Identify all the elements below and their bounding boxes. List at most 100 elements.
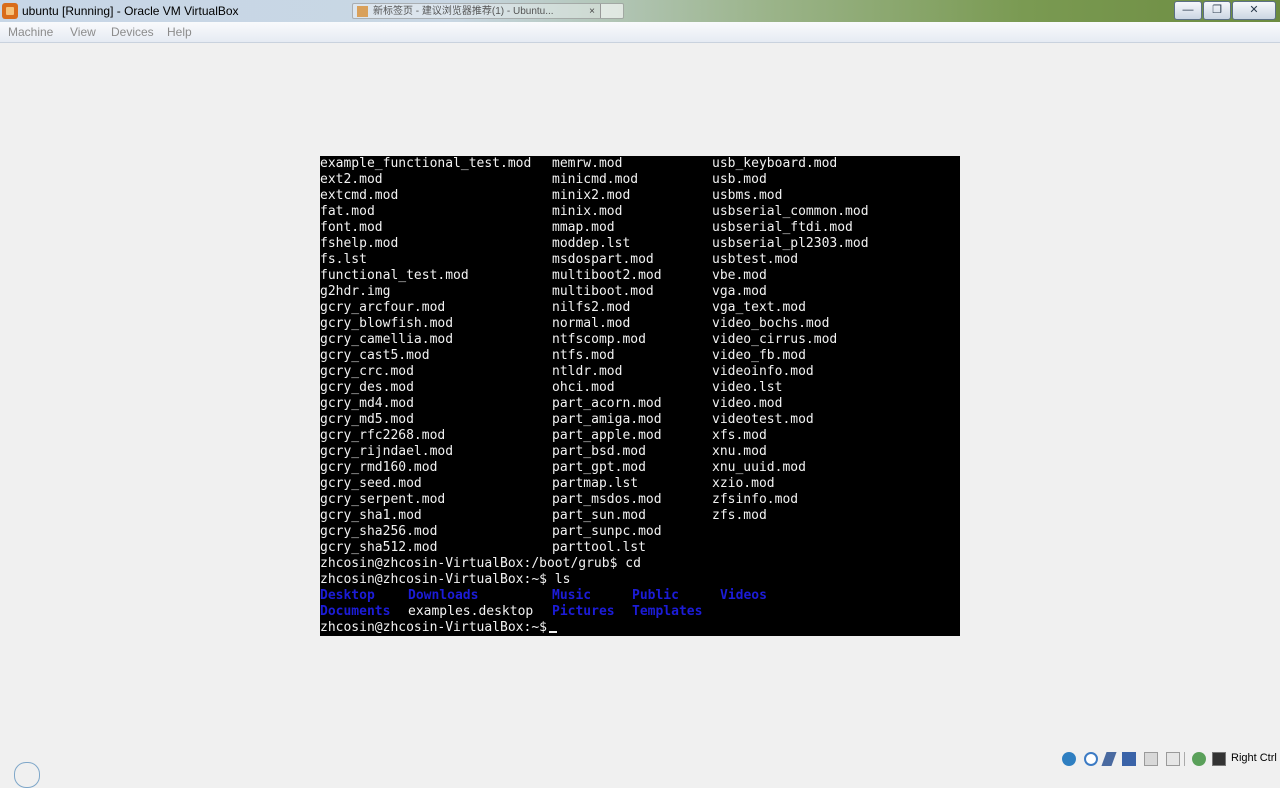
file-name: mmap.mod — [552, 220, 615, 235]
virtualization-icon[interactable] — [1192, 752, 1206, 766]
file-name: part_msdos.mod — [552, 492, 662, 507]
menu-devices[interactable]: Devices — [111, 25, 154, 39]
partial-circle-icon — [14, 762, 40, 788]
file-name: usbserial_common.mod — [712, 204, 869, 219]
menu-machine[interactable]: Machine — [8, 25, 53, 39]
file-name: normal.mod — [552, 316, 631, 331]
file-name: gcry_crc.mod — [320, 364, 414, 379]
file-name: video.mod — [712, 396, 783, 411]
file-name: gcry_rfc2268.mod — [320, 428, 446, 443]
file-name: multiboot2.mod — [552, 268, 662, 283]
file-name: ext2.mod — [320, 172, 383, 187]
file-name: ntfscomp.mod — [552, 332, 646, 347]
file-name: part_sunpc.mod — [552, 524, 662, 539]
text-cursor[interactable] — [548, 631, 557, 633]
file-name: fat.mod — [320, 204, 375, 219]
virtualbox-app-icon[interactable] — [2, 3, 18, 19]
file-name: videotest.mod — [712, 412, 814, 427]
file-name: gcry_seed.mod — [320, 476, 422, 491]
file-name: video_bochs.mod — [712, 316, 830, 331]
file-name: usbserial_ftdi.mod — [712, 220, 853, 235]
file-name: videoinfo.mod — [712, 364, 814, 379]
minimize-button[interactable]: — — [1174, 1, 1202, 20]
file-name: part_gpt.mod — [552, 460, 646, 475]
browser-tab-icon — [357, 6, 368, 17]
file-name: moddep.lst — [552, 236, 631, 251]
file-name: ohci.mod — [552, 380, 615, 395]
window-title: ubuntu [Running] - Oracle VM VirtualBox — [22, 4, 239, 18]
file-name: xzio.mod — [712, 476, 775, 491]
file-name: xnu.mod — [712, 444, 767, 459]
file-name: ntfs.mod — [552, 348, 615, 363]
shared-folder-icon[interactable] — [1144, 752, 1158, 766]
file-name: vga_text.mod — [712, 300, 806, 315]
file-name: gcry_md5.mod — [320, 412, 414, 427]
file-name: ntldr.mod — [552, 364, 623, 379]
file-name: gcry_cast5.mod — [320, 348, 430, 363]
file-name: parttool.lst — [552, 540, 646, 555]
directory-name: Public — [632, 588, 679, 603]
file-name: memrw.mod — [552, 156, 623, 171]
file-name: multiboot.mod — [552, 284, 654, 299]
directory-name: Documents — [320, 604, 391, 619]
file-name: minix.mod — [552, 204, 623, 219]
file-name: usbms.mod — [712, 188, 783, 203]
title-bar: ubuntu [Running] - Oracle VM VirtualBox … — [0, 0, 1280, 23]
file-name: video_cirrus.mod — [712, 332, 838, 347]
network-icon[interactable] — [1122, 752, 1136, 766]
vm-display-terminal[interactable]: example_functional_test.mod memrw.mod usb_… — [320, 156, 960, 636]
directory-name: Downloads — [408, 588, 479, 603]
file-name: part_apple.mod — [552, 428, 662, 443]
directory-name: Videos — [720, 588, 767, 603]
browser-tab-title: 新标签页 - 建议浏览器推荐(1) - Ubuntu... — [373, 6, 554, 17]
file-name: xfs.mod — [712, 428, 767, 443]
shell-prompt: zhcosin@zhcosin-VirtualBox:~$ — [320, 620, 547, 635]
shell-prompt-line: zhcosin@zhcosin-VirtualBox:~$ — [320, 620, 557, 636]
command-line: zhcosin@zhcosin-VirtualBox:~$ ls — [320, 572, 571, 587]
close-button[interactable]: ✕ — [1232, 1, 1276, 20]
directory-name: Pictures — [552, 604, 615, 619]
file-name: functional_test.mod — [320, 268, 469, 283]
file-name: zfs.mod — [712, 508, 767, 523]
file-name: usb.mod — [712, 172, 767, 187]
file-name: minix2.mod — [552, 188, 631, 203]
file-name: fs.lst — [320, 252, 367, 267]
file-name: gcry_camellia.mod — [320, 332, 454, 347]
optical-drive-icon[interactable] — [1084, 752, 1098, 766]
file-name: msdospart.mod — [552, 252, 654, 267]
file-name: part_bsd.mod — [552, 444, 646, 459]
file-name: gcry_sha1.mod — [320, 508, 422, 523]
file-name: gcry_serpent.mod — [320, 492, 446, 507]
file-name: video_fb.mod — [712, 348, 806, 363]
usb-icon[interactable] — [1101, 752, 1117, 766]
file-name: gcry_md4.mod — [320, 396, 414, 411]
mouse-integration-icon[interactable] — [1212, 752, 1226, 766]
close-tab-icon[interactable]: × — [589, 4, 595, 18]
status-separator — [1184, 752, 1185, 766]
menu-view[interactable]: View — [70, 25, 96, 39]
file-name: vbe.mod — [712, 268, 767, 283]
video-capture-icon[interactable] — [1166, 752, 1180, 766]
file-name: video.lst — [712, 380, 783, 395]
file-name: gcry_sha256.mod — [320, 524, 438, 539]
file-name: gcry_des.mod — [320, 380, 414, 395]
new-tab-button[interactable] — [600, 4, 623, 18]
file-name: examples.desktop — [408, 604, 534, 619]
file-name: gcry_blowfish.mod — [320, 316, 454, 331]
file-name: part_amiga.mod — [552, 412, 662, 427]
command-line: zhcosin@zhcosin-VirtualBox:/boot/grub$ c… — [320, 556, 641, 571]
menu-bar: Machine View Devices Help — [0, 22, 1280, 43]
file-name: zfsinfo.mod — [712, 492, 799, 507]
hard-disk-icon[interactable] — [1062, 752, 1076, 766]
maximize-button[interactable]: ❐ — [1203, 1, 1231, 20]
file-name: gcry_arcfour.mod — [320, 300, 446, 315]
file-name: extcmd.mod — [320, 188, 399, 203]
file-name: usbserial_pl2303.mod — [712, 236, 869, 251]
background-browser-tab[interactable]: 新标签页 - 建议浏览器推荐(1) - Ubuntu... × — [352, 3, 624, 19]
window-controls: — ❐ ✕ — [1173, 1, 1276, 20]
status-bar: Right Ctrl — [1050, 750, 1280, 767]
menu-help[interactable]: Help — [167, 25, 192, 39]
file-name: gcry_sha512.mod — [320, 540, 438, 555]
file-name: fshelp.mod — [320, 236, 399, 251]
file-name: partmap.lst — [552, 476, 639, 491]
